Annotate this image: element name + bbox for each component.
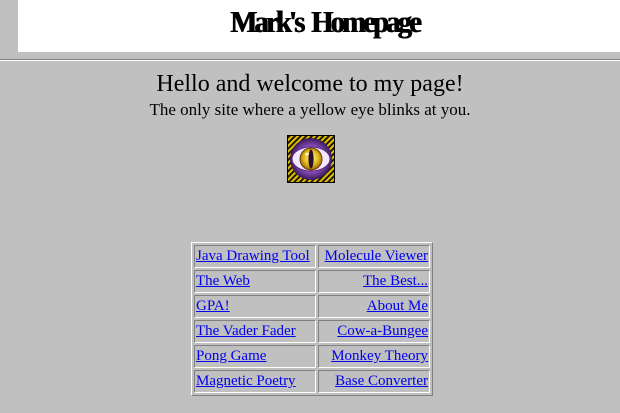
link-pong-game[interactable]: Pong Game bbox=[196, 348, 266, 364]
welcome-heading: Hello and welcome to my page! bbox=[156, 71, 464, 97]
link-cell: Base Converter bbox=[318, 370, 430, 393]
link-row: GPA! About Me bbox=[194, 295, 430, 318]
link-cell: Magnetic Poetry bbox=[194, 370, 316, 393]
link-molecule-viewer[interactable]: Molecule Viewer bbox=[325, 248, 428, 264]
link-cell: Cow-a-Bungee bbox=[318, 320, 430, 343]
link-the-best[interactable]: The Best... bbox=[363, 273, 428, 289]
link-monkey-theory[interactable]: Monkey Theory bbox=[331, 348, 428, 364]
horizontal-rule bbox=[0, 59, 620, 61]
link-cell: The Vader Fader bbox=[194, 320, 316, 343]
link-cell: The Best... bbox=[318, 270, 430, 293]
links-table: Java Drawing Tool Molecule Viewer The Web T… bbox=[191, 242, 433, 396]
link-cow-a-bungee[interactable]: Cow-a-Bungee bbox=[337, 323, 428, 339]
link-row: Pong Game Monkey Theory bbox=[194, 345, 430, 368]
link-the-vader-fader[interactable]: The Vader Fader bbox=[196, 323, 296, 339]
link-cell: Java Drawing Tool bbox=[194, 245, 316, 268]
link-row: The Web The Best... bbox=[194, 270, 430, 293]
link-gpa[interactable]: GPA! bbox=[196, 298, 230, 314]
banner-title: Mark's Homepage bbox=[230, 4, 421, 39]
link-row: The Vader Fader Cow-a-Bungee bbox=[194, 320, 430, 343]
link-cell: Pong Game bbox=[194, 345, 316, 368]
link-row: Java Drawing Tool Molecule Viewer bbox=[194, 245, 430, 268]
link-the-web[interactable]: The Web bbox=[196, 273, 250, 289]
link-cell: About Me bbox=[318, 295, 430, 318]
link-cell: Monkey Theory bbox=[318, 345, 430, 368]
link-row: Magnetic Poetry Base Converter bbox=[194, 370, 430, 393]
banner: Mark's Homepage bbox=[18, 0, 620, 52]
link-magnetic-poetry[interactable]: Magnetic Poetry bbox=[196, 373, 296, 389]
link-cell: Molecule Viewer bbox=[318, 245, 430, 268]
yellow-eye-icon bbox=[287, 135, 335, 183]
welcome-subheading: The only site where a yellow eye blinks … bbox=[149, 100, 471, 119]
link-cell: The Web bbox=[194, 270, 316, 293]
link-cell: GPA! bbox=[194, 295, 316, 318]
link-java-drawing-tool[interactable]: Java Drawing Tool bbox=[196, 248, 310, 264]
link-about-me[interactable]: About Me bbox=[367, 298, 428, 314]
link-base-converter[interactable]: Base Converter bbox=[335, 373, 428, 389]
